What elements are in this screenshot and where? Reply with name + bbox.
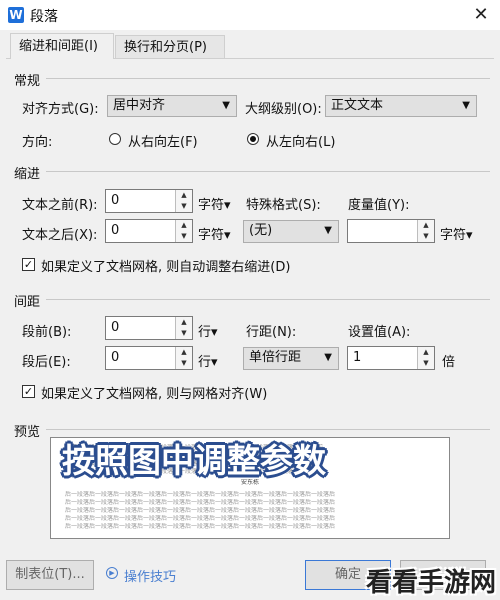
measure-label: 度量值(Y): [348,198,410,213]
tab-indent-spacing[interactable]: 缩进和间距(I) [10,33,114,59]
line-spacing-label: 行距(N): [246,325,297,340]
instruction-banner: 按照图中调整参数 [62,441,326,480]
divider [46,78,490,79]
spinner-arrows-icon[interactable]: ▲ ▼ [175,190,192,212]
spacing-grid-checkbox[interactable]: ✓ [22,385,35,398]
space-after-unit[interactable]: 行▾ [198,351,218,370]
measure-input[interactable]: ▲ ▼ [347,219,435,243]
direction-label: 方向: [22,135,53,150]
rtl-radio[interactable] [109,133,121,145]
space-after-value: 0 [111,350,120,365]
set-value-label: 设置值(A): [348,325,411,340]
indent-before-label: 文本之前(R): [22,198,98,213]
indent-after-input[interactable]: 0 ▲ ▼ [105,219,193,243]
special-format-label: 特殊格式(S): [246,198,321,213]
indent-after-unit[interactable]: 字符▾ [198,224,231,243]
spinner-arrows-icon[interactable]: ▲ ▼ [417,220,434,242]
indent-before-unit[interactable]: 字符▾ [198,194,231,213]
tips-link[interactable]: 操作技巧 [124,566,176,585]
spacing-grid-label[interactable]: 如果定义了文档网格, 则与网格对齐(W) [41,383,267,402]
play-tips-icon[interactable]: ▶ [106,567,118,579]
space-after-input[interactable]: 0 ▲ ▼ [105,346,193,370]
site-watermark: 看看手游网 [366,568,497,598]
indent-before-input[interactable]: 0 ▲ ▼ [105,189,193,213]
space-before-value: 0 [111,320,120,335]
preview-line: 后一段落后一段落后一段落后一段落后一段落后一段落后一段落后一段落后一段落后一段落… [65,515,336,522]
align-select[interactable]: 居中对齐 ▼ [107,95,237,117]
set-value-value: 1 [353,350,362,365]
spinner-arrows-icon[interactable]: ▲ ▼ [417,347,434,369]
ltr-label[interactable]: 从左向右(L) [266,131,335,150]
title-bar [0,0,500,30]
rtl-label[interactable]: 从右向左(F) [128,131,198,150]
preview-line: 后一段落后一段落后一段落后一段落后一段落后一段落后一段落后一段落后一段落后一段落… [65,491,336,498]
close-icon[interactable]: ✕ [466,2,496,28]
ltr-radio[interactable] [247,133,259,145]
indent-after-label: 文本之后(X): [22,228,98,243]
chevron-down-icon: ▼ [324,352,332,363]
measure-unit[interactable]: 字符▾ [440,224,473,243]
space-before-input[interactable]: 0 ▲ ▼ [105,316,193,340]
chevron-down-icon: ▼ [462,100,470,111]
preview-line: 后一段落后一段落后一段落后一段落后一段落后一段落后一段落后一段落后一段落后一段落… [65,499,336,506]
chevron-down-icon: ▼ [324,225,332,236]
tab-line-page-breaks[interactable]: 换行和分页(P) [115,35,225,58]
outline-value: 正文文本 [331,98,384,113]
space-after-label: 段后(E): [22,355,71,370]
align-label: 对齐方式(G): [22,102,99,117]
set-value-input[interactable]: 1 ▲ ▼ [347,346,435,370]
indent-grid-label[interactable]: 如果定义了文档网格, 则自动调整右缩进(D) [41,256,290,275]
indent-grid-checkbox[interactable]: ✓ [22,258,35,271]
line-spacing-select[interactable]: 单倍行距 ▼ [243,347,339,370]
preview-line: 后一段落后一段落后一段落后一段落后一段落后一段落后一段落后一段落后一段落后一段落… [65,523,336,530]
section-spacing: 间距 [14,295,41,310]
preview-line: 后一段落后一段落后一段落后一段落后一段落后一段落后一段落后一段落后一段落后一段落… [65,507,336,514]
section-general: 常规 [14,74,41,89]
align-value: 居中对齐 [113,98,166,113]
tab-stops-button[interactable]: 制表位(T)... [6,560,94,590]
divider [46,171,490,172]
special-format-select[interactable]: (无) ▼ [243,220,339,243]
set-value-unit: 倍 [442,355,456,370]
section-preview: 预览 [14,425,41,440]
section-indent: 缩进 [14,167,41,182]
dialog-title: 段落 [30,9,58,25]
special-format-value: (无) [249,223,273,238]
outline-select[interactable]: 正文文本 ▼ [325,95,477,117]
chevron-down-icon: ▼ [222,100,230,111]
spinner-arrows-icon[interactable]: ▲ ▼ [175,220,192,242]
indent-after-value: 0 [111,223,120,238]
space-before-label: 段前(B): [22,325,72,340]
line-spacing-value: 单倍行距 [249,350,302,365]
space-before-unit[interactable]: 行▾ [198,321,218,340]
spinner-arrows-icon[interactable]: ▲ ▼ [175,317,192,339]
spinner-arrows-icon[interactable]: ▲ ▼ [175,347,192,369]
indent-before-value: 0 [111,193,120,208]
wps-writer-icon: W [8,7,24,23]
outline-label: 大纲级别(O): [245,102,322,117]
divider [46,429,490,430]
divider [46,299,490,300]
